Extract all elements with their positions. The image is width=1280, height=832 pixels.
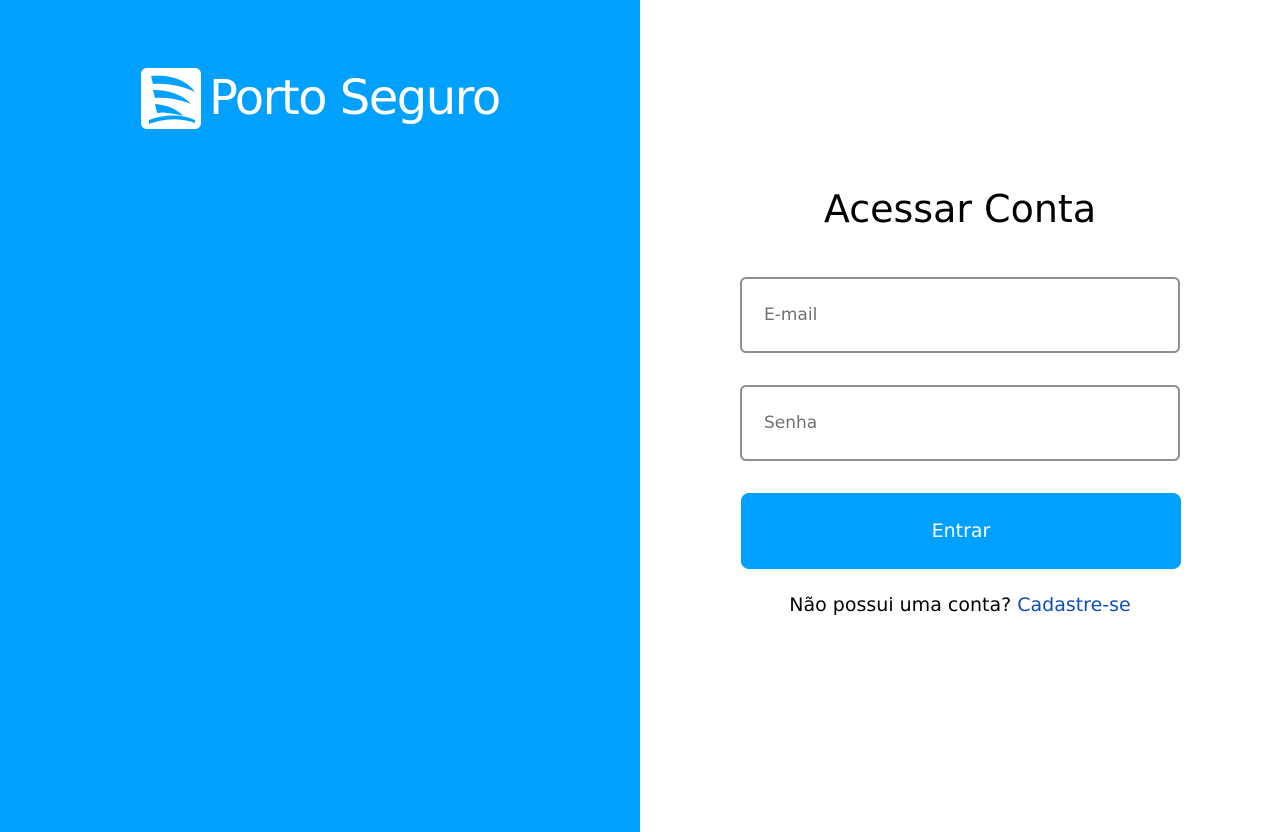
page-title: Acessar Conta: [823, 187, 1097, 231]
brand-panel: Porto Seguro: [0, 0, 640, 832]
sail-logo-icon: [141, 68, 201, 129]
signup-link[interactable]: Cadastre-se: [1017, 594, 1131, 616]
password-field[interactable]: [740, 385, 1180, 461]
signup-line: Não possui uma conta? Cadastre-se: [640, 592, 1280, 618]
login-button[interactable]: Entrar: [741, 493, 1181, 569]
brand-logo: Porto Seguro: [141, 68, 501, 129]
email-field[interactable]: [740, 277, 1180, 353]
login-panel: Acessar Conta Entrar Não possui uma cont…: [640, 0, 1280, 832]
login-page: Porto Seguro Acessar Conta Entrar Não po…: [0, 0, 1280, 832]
brand-name: Porto Seguro: [209, 70, 501, 126]
signup-prompt: Não possui uma conta?: [789, 594, 1012, 616]
